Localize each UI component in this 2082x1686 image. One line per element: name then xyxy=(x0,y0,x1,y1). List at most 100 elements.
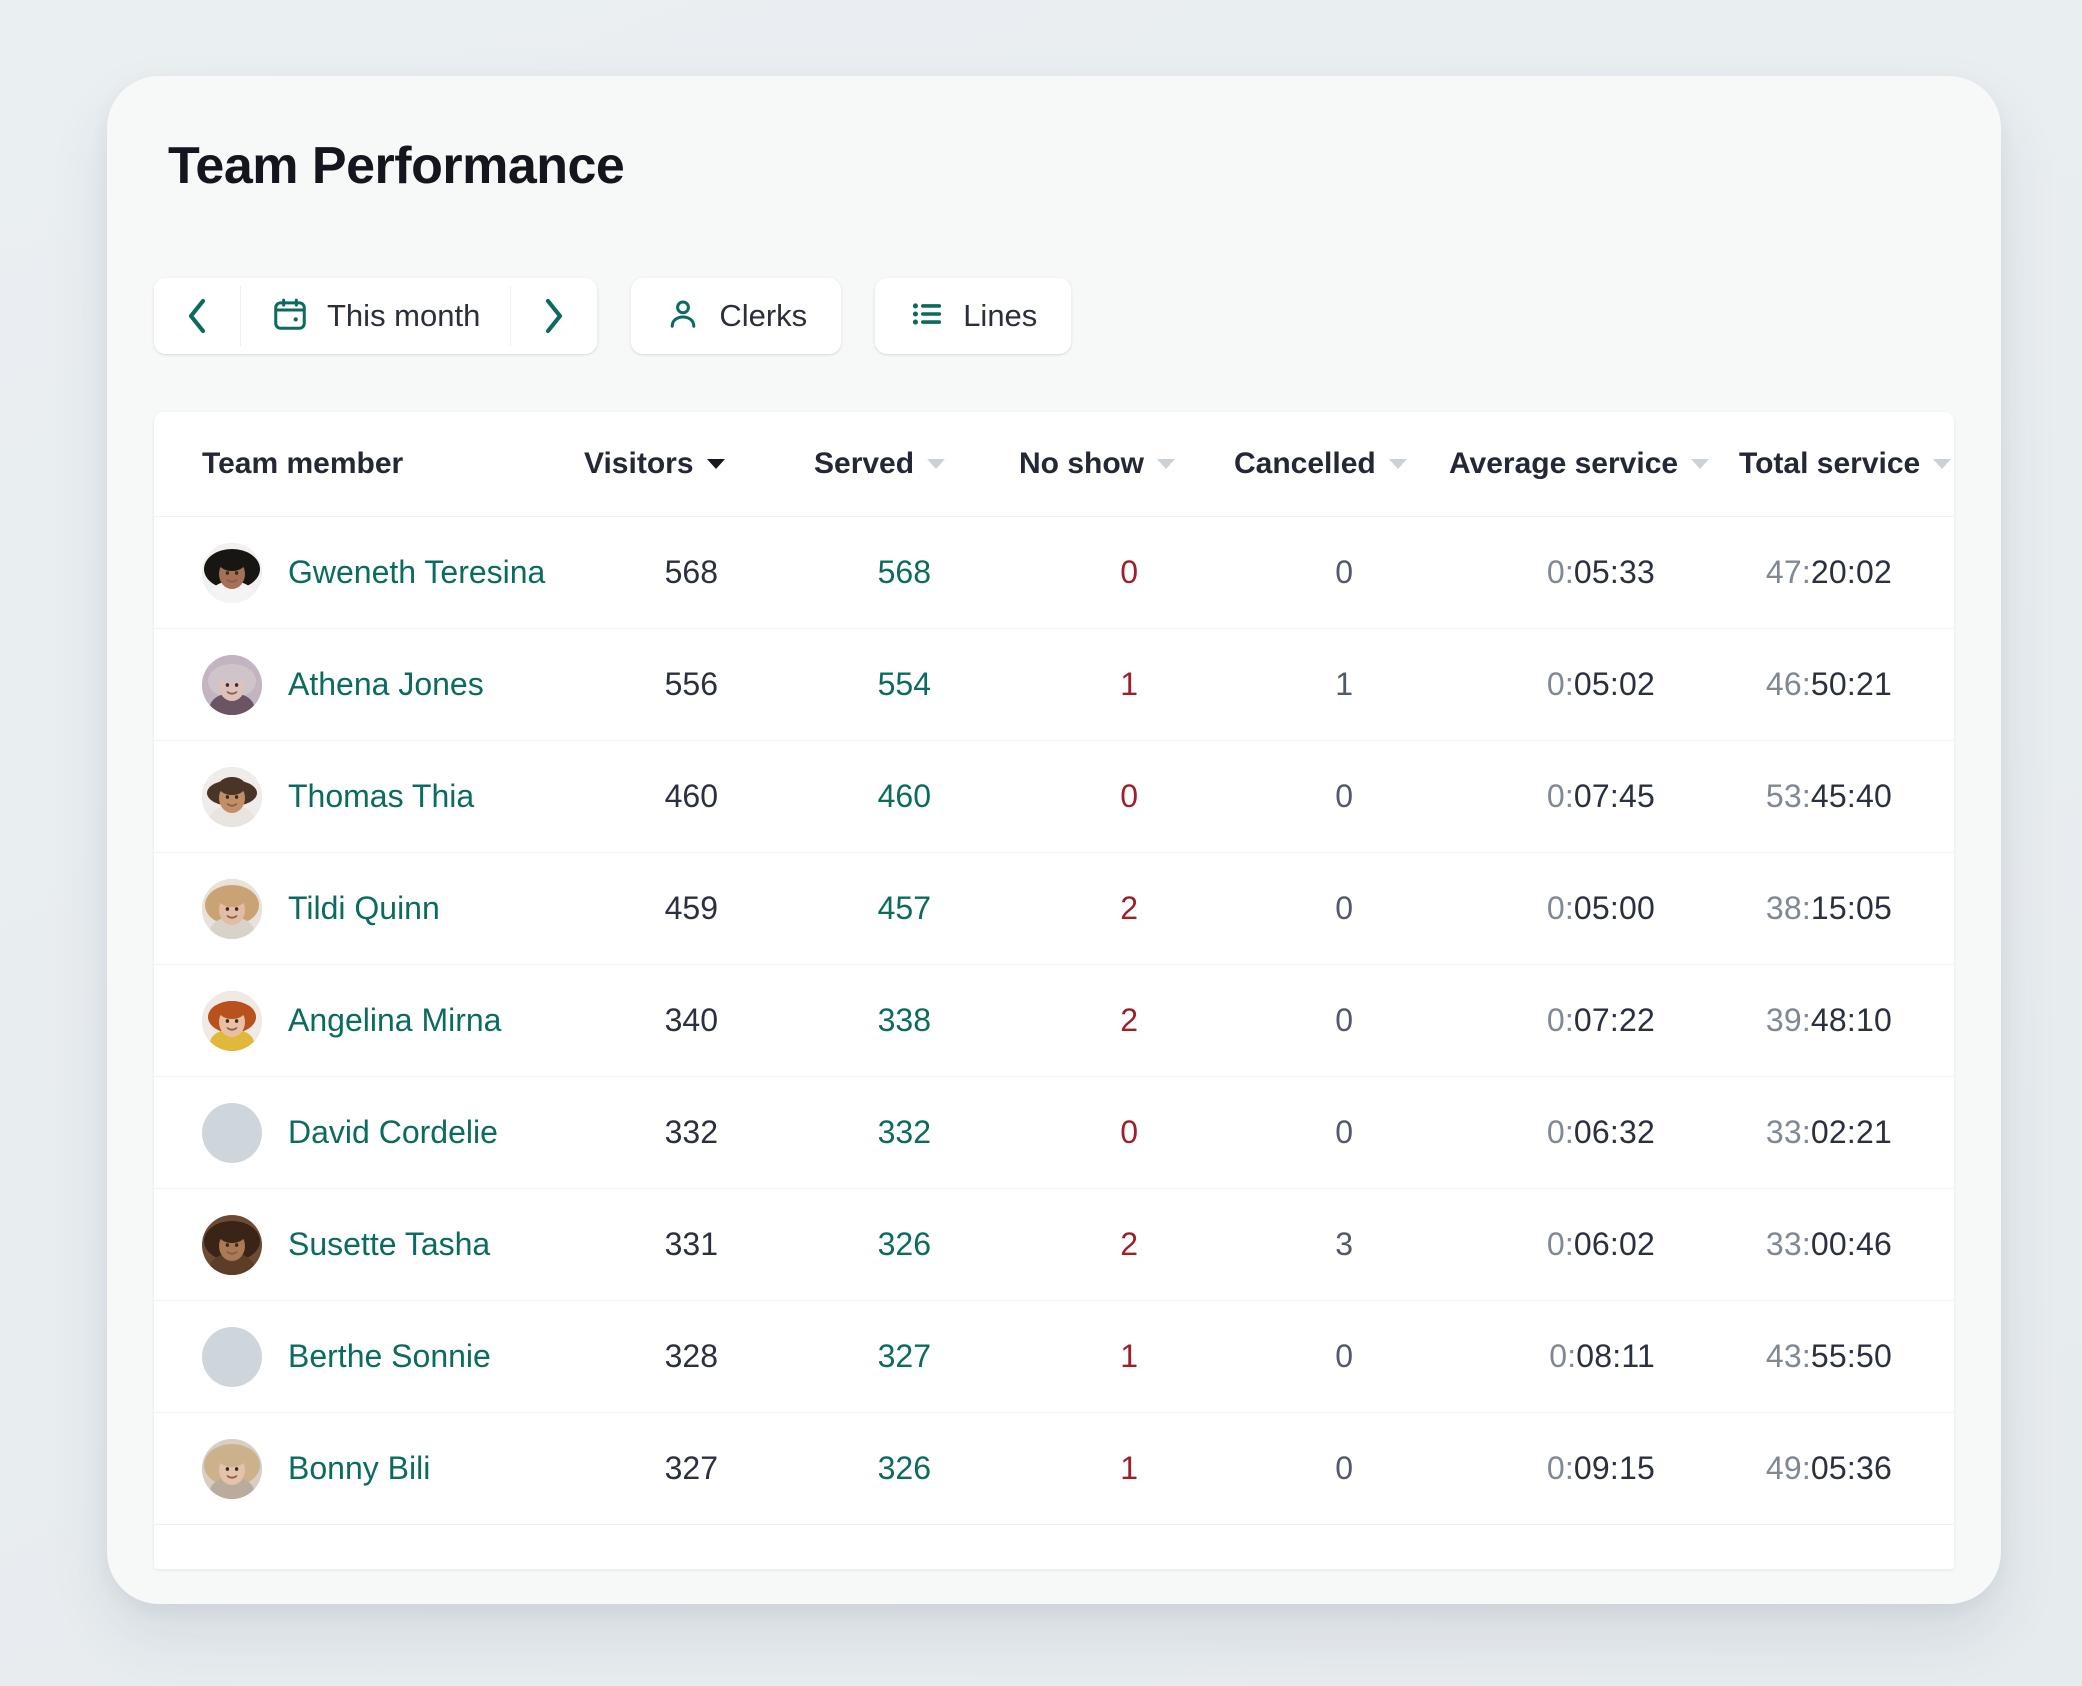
cell-cancelled: 1 xyxy=(1234,629,1449,741)
avatar xyxy=(202,1103,262,1163)
cell-average-service: 0:07:22 xyxy=(1449,965,1739,1077)
period-display-button[interactable]: This month xyxy=(241,278,510,354)
sort-caret-down-icon xyxy=(927,459,945,469)
sort-caret-down-icon xyxy=(1691,459,1709,469)
team-member-link[interactable]: Susette Tasha xyxy=(288,1226,490,1263)
lines-filter-button[interactable]: Lines xyxy=(875,278,1071,354)
cell-no-show: 0 xyxy=(1019,517,1234,629)
cell-total-service: 39:48:10 xyxy=(1739,965,1954,1077)
table-body: Gweneth Teresina568568000:05:3347:20:02A… xyxy=(154,517,1954,1525)
cell-served: 568 xyxy=(814,517,1019,629)
cell-team-member: David Cordelie xyxy=(154,1077,584,1189)
column-header-visitors[interactable]: Visitors xyxy=(584,412,814,517)
app-root: Team Performance xyxy=(0,0,2082,1686)
cell-visitors: 340 xyxy=(584,965,814,1077)
cell-cancelled: 0 xyxy=(1234,1077,1449,1189)
next-period-button[interactable] xyxy=(511,278,597,354)
avatar xyxy=(202,1215,262,1275)
column-header-team-member[interactable]: Team member xyxy=(154,412,584,517)
toolbar: This month Clerks xyxy=(154,278,1071,354)
table-row[interactable]: Gweneth Teresina568568000:05:3347:20:02 xyxy=(154,517,1954,629)
cell-team-member: Bonny Bili xyxy=(154,1413,584,1525)
team-member-link[interactable]: Tildi Quinn xyxy=(288,890,440,927)
cell-no-show: 0 xyxy=(1019,741,1234,853)
sort-caret-down-icon xyxy=(707,459,725,469)
cell-average-service: 0:07:45 xyxy=(1449,741,1739,853)
table-row[interactable]: Thomas Thia460460000:07:4553:45:40 xyxy=(154,741,1954,853)
cell-average-service: 0:06:32 xyxy=(1449,1077,1739,1189)
column-header-no-show[interactable]: No show xyxy=(1019,412,1234,517)
avatar xyxy=(202,543,262,603)
table-row[interactable]: Bonny Bili327326100:09:1549:05:36 xyxy=(154,1413,1954,1525)
clerks-filter-button[interactable]: Clerks xyxy=(631,278,841,354)
cell-served: 332 xyxy=(814,1077,1019,1189)
column-label: Average service xyxy=(1449,447,1678,481)
table-header: Team member Visitors Served xyxy=(154,412,1954,517)
table-row[interactable]: Athena Jones556554110:05:0246:50:21 xyxy=(154,629,1954,741)
cell-average-service: 0:05:02 xyxy=(1449,629,1739,741)
lines-label: Lines xyxy=(963,298,1037,334)
table-row[interactable]: Susette Tasha331326230:06:0233:00:46 xyxy=(154,1189,1954,1301)
column-label: Total service xyxy=(1739,447,1920,481)
column-header-average-service[interactable]: Average service xyxy=(1449,412,1739,517)
column-header-total-service[interactable]: Total service xyxy=(1739,412,1954,517)
column-label: No show xyxy=(1019,447,1144,481)
cell-total-service: 33:02:21 xyxy=(1739,1077,1954,1189)
team-member-link[interactable]: Bonny Bili xyxy=(288,1450,430,1487)
cell-average-service: 0:06:02 xyxy=(1449,1189,1739,1301)
cell-team-member: Tildi Quinn xyxy=(154,853,584,965)
cell-total-service: 33:00:46 xyxy=(1739,1189,1954,1301)
cell-cancelled: 0 xyxy=(1234,741,1449,853)
table-row[interactable]: Angelina Mirna340338200:07:2239:48:10 xyxy=(154,965,1954,1077)
cell-no-show: 2 xyxy=(1019,965,1234,1077)
table-header-row: Team member Visitors Served xyxy=(154,412,1954,517)
cell-served: 460 xyxy=(814,741,1019,853)
sort-caret-down-icon xyxy=(1157,459,1175,469)
team-member-link[interactable]: David Cordelie xyxy=(288,1114,498,1151)
avatar xyxy=(202,1327,262,1387)
cell-visitors: 328 xyxy=(584,1301,814,1413)
period-label: This month xyxy=(327,298,480,334)
cell-no-show: 1 xyxy=(1019,1413,1234,1525)
cell-total-service: 43:55:50 xyxy=(1739,1301,1954,1413)
column-header-served[interactable]: Served xyxy=(814,412,1019,517)
cell-team-member: Angelina Mirna xyxy=(154,965,584,1077)
team-member-link[interactable]: Gweneth Teresina xyxy=(288,554,545,591)
cell-cancelled: 0 xyxy=(1234,517,1449,629)
calendar-icon xyxy=(271,295,309,338)
cell-total-service: 38:15:05 xyxy=(1739,853,1954,965)
cell-served: 327 xyxy=(814,1301,1019,1413)
team-member-link[interactable]: Athena Jones xyxy=(288,666,484,703)
cell-visitors: 331 xyxy=(584,1189,814,1301)
cell-no-show: 2 xyxy=(1019,853,1234,965)
column-label: Visitors xyxy=(584,447,694,481)
cell-visitors: 327 xyxy=(584,1413,814,1525)
team-member-link[interactable]: Thomas Thia xyxy=(288,778,474,815)
cell-no-show: 1 xyxy=(1019,629,1234,741)
cell-no-show: 1 xyxy=(1019,1301,1234,1413)
table-row[interactable]: Tildi Quinn459457200:05:0038:15:05 xyxy=(154,853,1954,965)
avatar xyxy=(202,655,262,715)
cell-cancelled: 3 xyxy=(1234,1189,1449,1301)
cell-average-service: 0:05:33 xyxy=(1449,517,1739,629)
team-member-link[interactable]: Berthe Sonnie xyxy=(288,1338,491,1375)
cell-team-member: Berthe Sonnie xyxy=(154,1301,584,1413)
cell-total-service: 47:20:02 xyxy=(1739,517,1954,629)
cell-cancelled: 0 xyxy=(1234,853,1449,965)
team-member-link[interactable]: Angelina Mirna xyxy=(288,1002,501,1039)
table-row[interactable]: David Cordelie332332000:06:3233:02:21 xyxy=(154,1077,1954,1189)
page-title: Team Performance xyxy=(168,136,624,196)
cell-visitors: 568 xyxy=(584,517,814,629)
cell-served: 554 xyxy=(814,629,1019,741)
clerks-label: Clerks xyxy=(719,298,807,334)
cell-visitors: 332 xyxy=(584,1077,814,1189)
column-header-cancelled[interactable]: Cancelled xyxy=(1234,412,1449,517)
previous-period-button[interactable] xyxy=(154,278,240,354)
avatar xyxy=(202,879,262,939)
sort-caret-down-icon xyxy=(1389,459,1407,469)
chevron-right-icon xyxy=(541,296,567,336)
cell-no-show: 2 xyxy=(1019,1189,1234,1301)
cell-served: 457 xyxy=(814,853,1019,965)
cell-served: 326 xyxy=(814,1413,1019,1525)
table-row[interactable]: Berthe Sonnie328327100:08:1143:55:50 xyxy=(154,1301,1954,1413)
